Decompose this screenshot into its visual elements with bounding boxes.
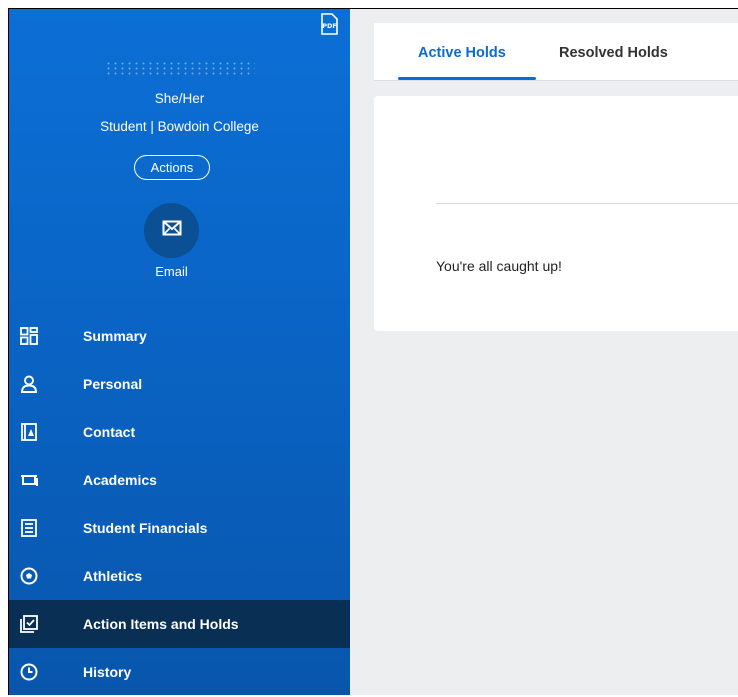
sidebar-item-student-financials[interactable]: Student Financials <box>9 504 350 552</box>
checklist-icon <box>19 614 39 634</box>
worker-sidebar: PDF She/Her Student | Bowdoin College Ac… <box>9 9 350 695</box>
sidebar-item-label: Contact <box>83 424 136 440</box>
actions-button[interactable]: Actions <box>134 155 210 180</box>
sidebar-item-label: Summary <box>83 328 147 344</box>
main-content: Active Holds Resolved Holds You're all c… <box>350 9 738 695</box>
sidebar-item-contact[interactable]: Contact <box>9 408 350 456</box>
sidebar-item-athletics[interactable]: Athletics <box>9 552 350 600</box>
clock-icon <box>19 662 39 682</box>
email-label: Email <box>155 264 188 279</box>
holds-tabs: Active Holds Resolved Holds <box>374 23 738 81</box>
soccer-ball-icon <box>19 566 39 586</box>
sidebar-item-label: Academics <box>83 472 157 488</box>
divider <box>436 203 738 204</box>
document-list-icon <box>19 518 39 538</box>
active-tab-indicator <box>398 77 536 80</box>
sidebar-item-personal[interactable]: Personal <box>9 360 350 408</box>
svg-text:PDF: PDF <box>322 22 337 30</box>
holds-panel: You're all caught up! <box>374 96 738 331</box>
tab-active-holds[interactable]: Active Holds <box>418 45 506 61</box>
envelope-icon <box>162 220 182 241</box>
sidebar-item-label: Student Financials <box>83 520 208 536</box>
email-button[interactable] <box>144 203 199 258</box>
person-icon <box>19 374 39 394</box>
sidebar-item-academics[interactable]: Academics <box>9 456 350 504</box>
grid-icon <box>19 326 39 346</box>
pdf-icon[interactable]: PDF <box>319 13 339 35</box>
sidebar-item-summary[interactable]: Summary <box>9 312 350 360</box>
tab-resolved-holds[interactable]: Resolved Holds <box>559 45 668 61</box>
profile-subtitle: Student | Bowdoin College <box>100 119 259 134</box>
profile-pronouns: She/Her <box>154 91 205 106</box>
profile-name-redacted <box>9 61 350 77</box>
sidebar-item-history[interactable]: History <box>9 648 350 695</box>
sidebar-item-action-items-and-holds[interactable]: Action Items and Holds <box>9 600 350 648</box>
empty-state-message: You're all caught up! <box>436 258 562 274</box>
sidebar-item-label: Action Items and Holds <box>83 616 239 632</box>
sidebar-item-label: History <box>83 664 132 680</box>
mortarboard-icon <box>19 470 39 490</box>
sidebar-item-label: Personal <box>83 376 143 392</box>
contact-card-icon <box>19 422 39 442</box>
sidebar-nav: Summary Personal Contact Academics Stude… <box>9 312 350 695</box>
sidebar-item-label: Athletics <box>83 568 143 584</box>
app-frame: PDF She/Her Student | Bowdoin College Ac… <box>8 8 738 695</box>
